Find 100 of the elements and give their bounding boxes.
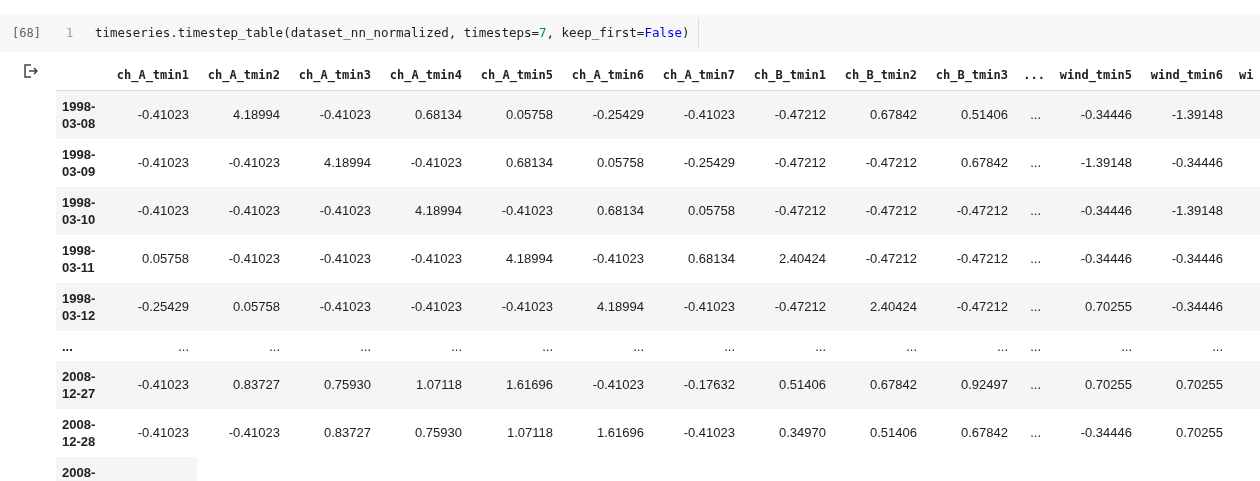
table-cell: -0.41023	[379, 282, 470, 331]
column-header: ch_B_tmin2	[834, 60, 925, 91]
table-cell: 0.70255	[1049, 282, 1140, 331]
table-cell: 0.67842	[925, 138, 1016, 187]
table-cell: -0.25429	[106, 282, 197, 331]
table-cell: 0.51406	[925, 90, 1016, 139]
table-cell: -0.34446	[1140, 138, 1231, 187]
table-cell: 1.61696	[561, 408, 652, 457]
table-cell: 0.51406	[834, 408, 925, 457]
table-cell: -0.41023	[288, 282, 379, 331]
table-cell: 4.18994	[197, 90, 288, 139]
line-number: 1	[65, 26, 75, 40]
table-cell: -0.17632	[652, 360, 743, 409]
column-header: ch_A_tmin3	[288, 60, 379, 91]
table-cell: 0.67842	[834, 90, 925, 139]
table-cell: 0.51406	[743, 360, 834, 409]
table-cell: 0.70255	[1049, 360, 1140, 409]
table-cell: 1.07118	[379, 360, 470, 409]
table-cell: -1.39148	[1049, 138, 1140, 187]
table-cell: -0.41023	[561, 360, 652, 409]
table-cell: ...	[561, 330, 652, 361]
column-header: ch_A_tmin1	[106, 60, 197, 91]
table-cell: 0.92497	[925, 360, 1016, 409]
row-index: 1998-03-10	[56, 186, 106, 235]
table-cell: 1.61696	[470, 360, 561, 409]
table-cell: 0.05758	[652, 186, 743, 235]
table-cell: -0.41023	[106, 408, 197, 457]
output-icon[interactable]	[24, 64, 38, 78]
table-cell: -0.34446	[1140, 234, 1231, 283]
table-cell: -0.41023	[652, 408, 743, 457]
column-header: wind_tmin5	[1049, 60, 1140, 91]
table-cell: 4.18994	[470, 234, 561, 283]
table-cell: 0.83727	[288, 408, 379, 457]
table-cell: ...	[1016, 330, 1049, 361]
column-header: ch_A_tmin2	[197, 60, 288, 91]
row-index: 1998-03-11	[56, 234, 106, 283]
table-cell: ...	[1016, 408, 1049, 457]
table-cell: -0.34446	[1049, 234, 1140, 283]
row-index: 1998-03-08	[56, 90, 106, 139]
execution-count: [68]	[11, 26, 42, 40]
table-cell: ...	[106, 330, 197, 361]
table-cell: -0.41023	[470, 186, 561, 235]
table-cell: 0.34970	[743, 408, 834, 457]
table-cell: -0.25429	[652, 138, 743, 187]
table-cell: -0.34446	[1049, 90, 1140, 139]
table-cell: 0.05758	[106, 234, 197, 283]
table-cell: -0.47212	[925, 234, 1016, 283]
table-cell: 2.40424	[743, 234, 834, 283]
table-cell: -0.47212	[743, 282, 834, 331]
table-cell: -0.34446	[1049, 408, 1140, 457]
table-cell: 0.75930	[379, 408, 470, 457]
table-cell: -0.41023	[379, 234, 470, 283]
table-cell: ...	[834, 330, 925, 361]
row-index: 1998-03-12	[56, 282, 106, 331]
code-line[interactable]: timeseries.timestep_table(dataset_nn_normalized, timesteps=7, keep_first=False)	[95, 18, 699, 48]
table-cell: ...	[925, 330, 1016, 361]
row-index: ...	[56, 330, 106, 361]
table-cell: -0.47212	[834, 186, 925, 235]
table-cell: ...	[1016, 138, 1049, 187]
column-header: ...	[1016, 60, 1049, 91]
table-cell: -0.25429	[561, 90, 652, 139]
table-cell: ...	[652, 330, 743, 361]
row-index: 1998-03-09	[56, 138, 106, 187]
table-cell: 0.05758	[561, 138, 652, 187]
table-cell: ...	[379, 330, 470, 361]
table-cell: -0.41023	[106, 360, 197, 409]
table-cell: ...	[1049, 330, 1140, 361]
table-cell: -0.34446	[1140, 282, 1231, 331]
table-cell: -0.47212	[834, 234, 925, 283]
table-cell: -0.41023	[288, 186, 379, 235]
table-cell: -0.41023	[106, 138, 197, 187]
row-index: 2008-12-27	[56, 360, 106, 409]
table-cell: -0.34446	[1049, 186, 1140, 235]
row-index: 2008-	[56, 456, 106, 481]
table-cell: 0.68134	[652, 234, 743, 283]
table-cell: -0.41023	[197, 138, 288, 187]
table-cell: -0.41023	[288, 90, 379, 139]
table-cell: 4.18994	[561, 282, 652, 331]
table-cell: -0.41023	[197, 186, 288, 235]
table-cell: -0.47212	[743, 186, 834, 235]
table-cell: -0.47212	[925, 282, 1016, 331]
table-cell: 0.67842	[834, 360, 925, 409]
table-cell: 0.75930	[288, 360, 379, 409]
table-cell: 0.70255	[1140, 408, 1231, 457]
table-cell: -0.41023	[561, 234, 652, 283]
column-header: ch_B_tmin3	[925, 60, 1016, 91]
table-cell: -0.41023	[197, 408, 288, 457]
table-cell: 1.07118	[470, 408, 561, 457]
table-cell: -0.41023	[652, 90, 743, 139]
table-cell: 0.68134	[379, 90, 470, 139]
table-cell: -0.41023	[379, 138, 470, 187]
table-cell: -0.41023	[470, 282, 561, 331]
table-cell: -0.47212	[834, 138, 925, 187]
table-cell: -0.41023	[288, 234, 379, 283]
table-cell: ...	[1140, 330, 1231, 361]
table-cell: -0.47212	[743, 138, 834, 187]
table-cell: 4.18994	[288, 138, 379, 187]
row-index: 2008-12-28	[56, 408, 106, 457]
column-header: ch_A_tmin4	[379, 60, 470, 91]
table-cell: -0.41023	[652, 282, 743, 331]
